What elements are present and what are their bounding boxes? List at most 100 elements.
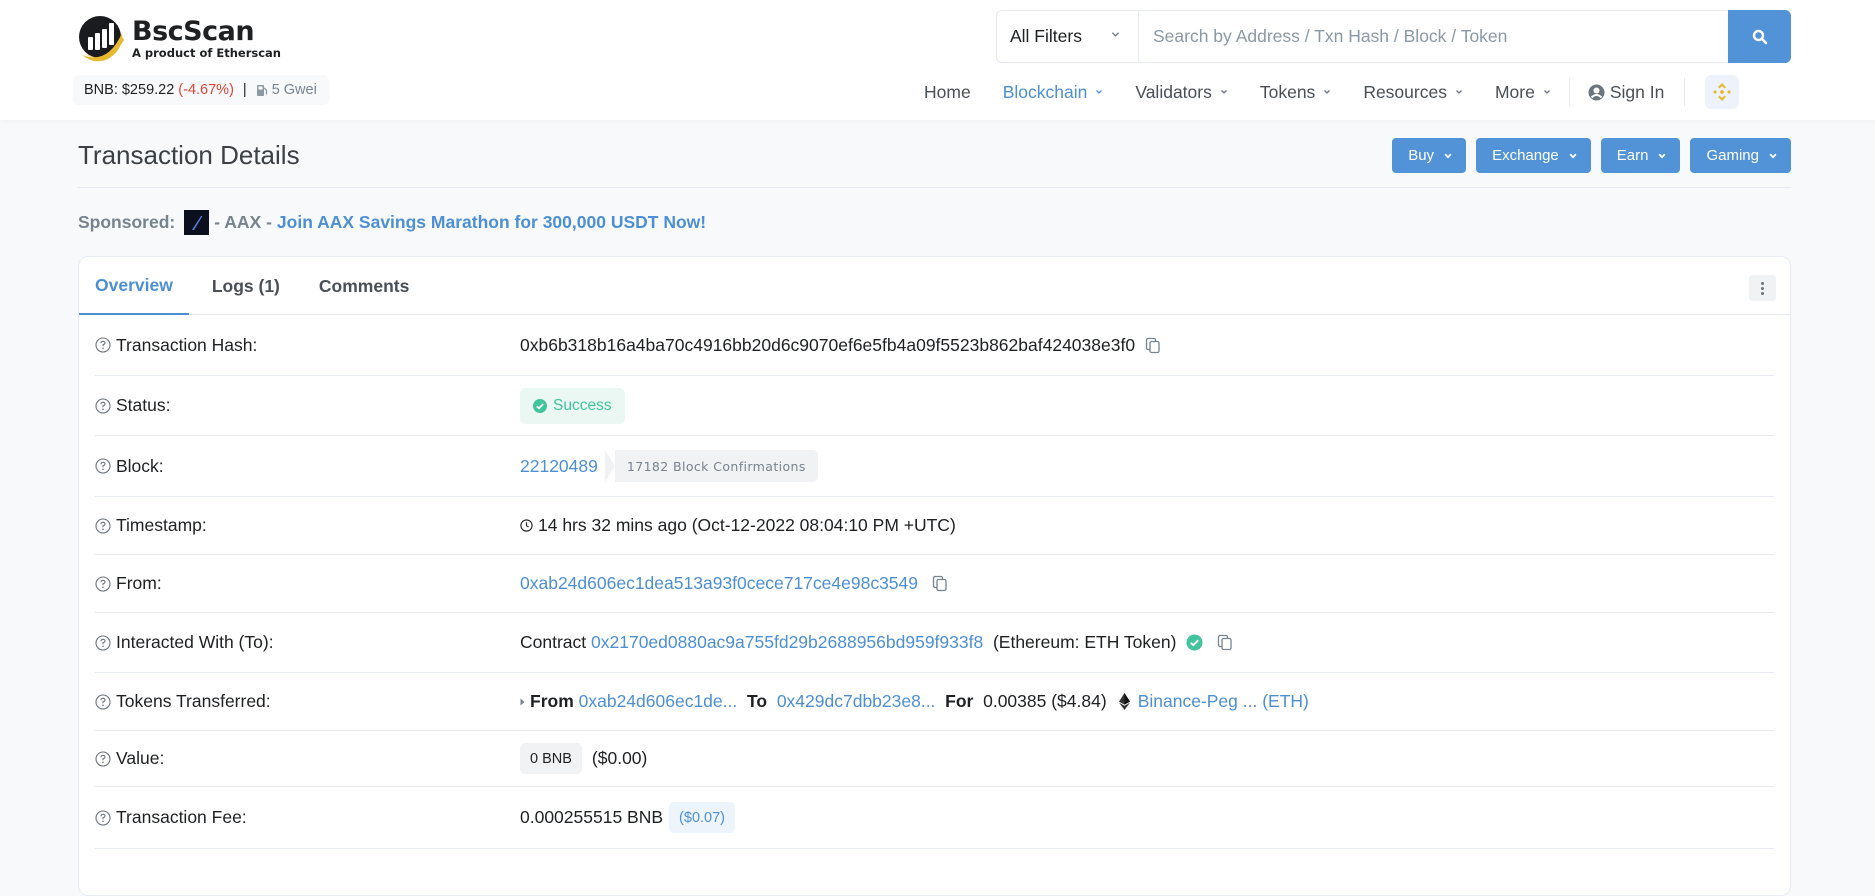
status-value: Success — [553, 396, 612, 414]
aax-logo-icon — [184, 210, 210, 235]
block-number-link[interactable]: 22120489 — [520, 456, 598, 477]
token-for-label: For — [945, 691, 974, 711]
search-input[interactable] — [1139, 11, 1728, 62]
kebab-dot — [1761, 291, 1764, 295]
token-name-link[interactable]: Binance-Peg ... (ETH) — [1138, 691, 1309, 712]
earn-button[interactable]: Earn — [1600, 138, 1681, 173]
copy-icon[interactable] — [932, 575, 948, 592]
user-circle-icon — [1588, 84, 1605, 100]
bnb-price: BNB: $259.22 — [84, 82, 175, 98]
caret-down-icon — [1096, 90, 1103, 94]
verified-check-icon — [1186, 634, 1203, 651]
token-amount: 0.00385 ($4.84) — [983, 691, 1107, 711]
question-circle-icon[interactable] — [95, 809, 111, 826]
nav-tokens[interactable]: Tokens — [1260, 82, 1331, 103]
site-logo[interactable]: BscScan A product of Etherscan — [78, 15, 281, 63]
value-usd: ($0.00) — [591, 748, 648, 768]
gaming-label: Gaming — [1706, 147, 1759, 164]
block-label: Block: — [116, 455, 164, 476]
buy-button[interactable]: Buy — [1392, 138, 1467, 173]
brand-tagline: A product of Etherscan — [132, 46, 281, 60]
more-options-button[interactable] — [1749, 275, 1776, 301]
search-filter-label: All Filters — [1010, 26, 1082, 46]
contract-address-link[interactable]: 0x2170ed0880ac9a755fd29b2688956bd959f933… — [591, 632, 983, 653]
token-from-link[interactable]: 0xab24d606ec1de... — [579, 691, 738, 712]
sponsor-name: - AAX - — [214, 212, 272, 232]
sign-in-label: Sign In — [1609, 81, 1665, 102]
gas-pump-icon — [256, 84, 267, 96]
timestamp-value: 14 hrs 32 mins ago (Oct-12-2022 08:04:10… — [538, 515, 956, 535]
chevron-down-icon — [1659, 153, 1666, 159]
question-circle-icon[interactable] — [95, 458, 111, 474]
cta-buttons: Buy Exchange Earn Gaming — [1382, 138, 1791, 173]
question-circle-icon[interactable] — [95, 693, 111, 710]
nav-tokens-label: Tokens — [1259, 81, 1316, 102]
token-transfer-item: From 0xab24d606ec1de... To 0x429dc7dbb23… — [520, 691, 1309, 712]
search-bar: All Filters — [996, 10, 1791, 63]
transaction-fee-usd-badge: ($0.07) — [669, 802, 735, 833]
question-circle-icon[interactable] — [95, 397, 111, 414]
copy-icon[interactable] — [1217, 634, 1233, 651]
chevron-down-icon — [1569, 153, 1577, 159]
search-icon — [1752, 29, 1767, 44]
chevron-down-icon — [1111, 32, 1120, 37]
network-switch-button[interactable] — [1705, 75, 1740, 109]
caret-down-icon — [1324, 90, 1331, 94]
gas-price-value: 5 Gwei — [271, 82, 317, 98]
nav-validators-label: Validators — [1135, 81, 1212, 102]
from-address-link[interactable]: 0xab24d606ec1dea513a93f0cece717ce4e98c35… — [520, 573, 918, 594]
question-circle-icon[interactable] — [95, 634, 111, 651]
timestamp-label: Timestamp: — [116, 515, 207, 535]
question-circle-icon[interactable] — [95, 517, 111, 534]
brand-name: BscScan — [132, 16, 255, 47]
sponsored-link[interactable]: Join AAX Savings Marathon for 300,000 US… — [277, 212, 706, 233]
block-confirmations-badge: 17182 Block Confirmations — [604, 450, 818, 482]
gaming-button[interactable]: Gaming — [1690, 138, 1791, 173]
token-to-link[interactable]: 0x429dc7dbb23e8... — [777, 691, 936, 712]
question-circle-icon[interactable] — [95, 575, 111, 592]
caret-down-icon — [1220, 90, 1227, 94]
clock-icon — [520, 519, 533, 532]
search-filter-select[interactable]: All Filters — [997, 11, 1139, 62]
value-label: Value: — [116, 748, 165, 768]
gas-price[interactable]: 5 Gwei — [256, 82, 317, 98]
caret-down-icon — [1456, 90, 1462, 94]
detail-row-hash: Transaction Hash: 0xb6b318b16a4ba70c4916… — [95, 315, 1774, 376]
contract-prefix: Contract — [520, 632, 587, 652]
nav-divider — [1684, 78, 1686, 106]
exchange-button[interactable]: Exchange — [1476, 138, 1591, 173]
tab-overview[interactable]: Overview — [79, 257, 189, 315]
tab-bar: Overview Logs (1) Comments — [79, 257, 1790, 315]
nav-blockchain-label: Blockchain — [1002, 81, 1088, 102]
nav-blockchain[interactable]: Blockchain — [1003, 82, 1104, 103]
details-list: Transaction Hash: 0xb6b318b16a4ba70c4916… — [79, 315, 1790, 849]
ticker-separator: | — [242, 82, 247, 98]
exchange-label: Exchange — [1492, 147, 1559, 164]
tab-logs[interactable]: Logs (1) — [196, 257, 296, 315]
kebab-dot — [1761, 286, 1764, 290]
nav-home[interactable]: Home — [924, 82, 971, 103]
sign-in-link[interactable]: Sign In — [1588, 82, 1664, 103]
kebab-dot — [1761, 281, 1764, 285]
bscscan-logo-icon — [79, 16, 124, 62]
tab-comments[interactable]: Comments — [303, 257, 425, 315]
detail-row-value: Value: 0 BNB ($0.00) — [95, 731, 1774, 787]
nav-resources[interactable]: Resources — [1363, 82, 1463, 103]
nav-home-label: Home — [924, 81, 971, 102]
search-button[interactable] — [1728, 10, 1791, 63]
check-circle-icon — [533, 398, 547, 413]
buy-label: Buy — [1408, 147, 1435, 164]
detail-row-interacted-with: Interacted With (To): Contract 0x2170ed0… — [95, 613, 1774, 673]
detail-row-tokens-transferred: Tokens Transferred: From 0xab24d606ec1de… — [95, 673, 1774, 731]
tokens-transferred-label: Tokens Transferred: — [116, 691, 271, 711]
nav-more[interactable]: More — [1495, 82, 1551, 103]
from-label: From: — [116, 573, 162, 593]
detail-row-from: From: 0xab24d606ec1dea513a93f0cece717ce4… — [95, 555, 1774, 613]
question-circle-icon[interactable] — [95, 337, 111, 353]
question-circle-icon[interactable] — [95, 750, 111, 767]
bnb-chain-icon — [1713, 83, 1732, 101]
token-to-label: To — [746, 691, 768, 711]
nav-validators[interactable]: Validators — [1135, 82, 1228, 103]
interacted-with-label: Interacted With (To): — [116, 632, 274, 652]
copy-icon[interactable] — [1145, 337, 1161, 354]
